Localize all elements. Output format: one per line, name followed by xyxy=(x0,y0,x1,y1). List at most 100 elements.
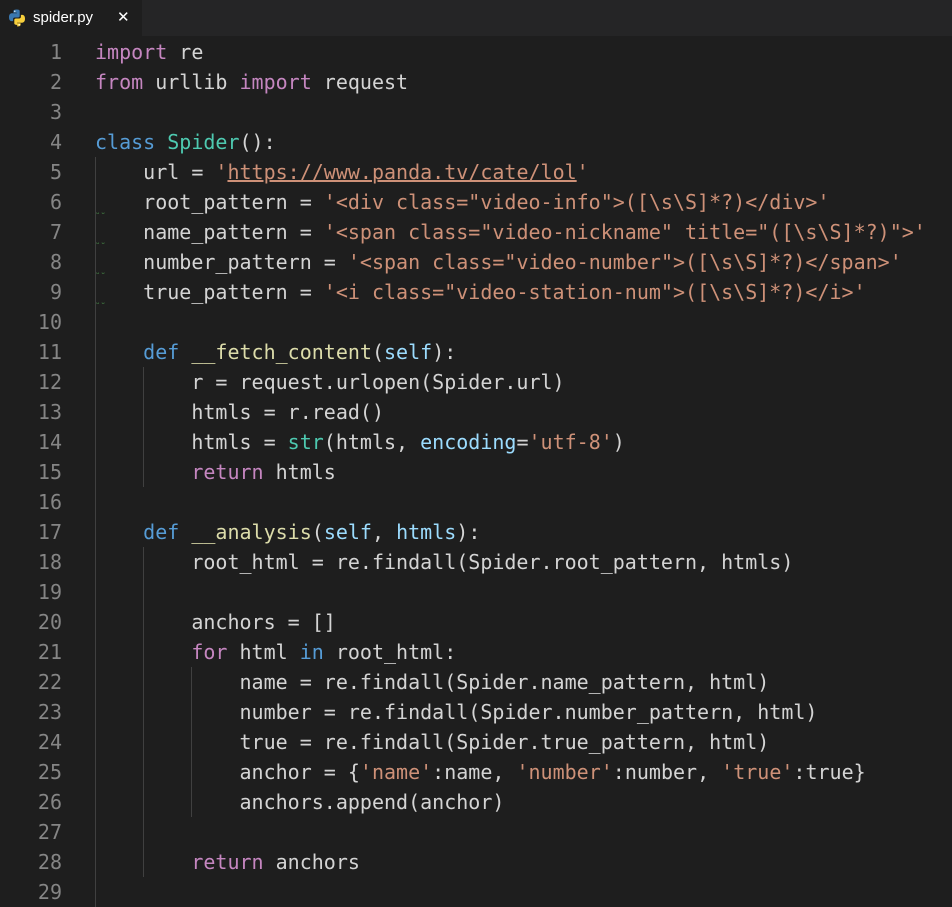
code-text: class Spider(): xyxy=(95,127,276,157)
code-token: anchors xyxy=(263,850,360,874)
code-token: htmls = xyxy=(95,430,288,454)
code-token: '<span class="video-number">([\s\S]*?)</… xyxy=(347,250,902,274)
line-number: 27 xyxy=(37,820,62,844)
code-token: ( xyxy=(371,340,385,364)
code-token: anchors.append(anchor) xyxy=(95,790,505,814)
code-token: (): xyxy=(239,130,276,154)
code-token: __fetch_content xyxy=(191,340,372,364)
indent-guide xyxy=(191,667,193,817)
code-token: self xyxy=(384,340,433,364)
tab-bar: spider.py ✕ xyxy=(0,0,952,36)
line-number: 29 xyxy=(37,880,62,904)
tab-filename: spider.py xyxy=(33,9,94,26)
line-number: 26 xyxy=(37,790,62,814)
code-line[interactable]: 6 root_pattern = '<div class="video-info… xyxy=(0,187,952,217)
line-number: 23 xyxy=(37,700,62,724)
code-token: name_pattern = xyxy=(95,220,324,244)
code-token: def xyxy=(143,520,180,544)
line-number: 22 xyxy=(37,670,62,694)
code-token: number_pattern = xyxy=(95,250,348,274)
line-number: 1 xyxy=(49,40,62,64)
code-line[interactable]: 7 name_pattern = '<span class="video-nic… xyxy=(0,217,952,247)
close-icon[interactable]: ✕ xyxy=(117,7,130,27)
code-token: true_pattern = xyxy=(95,280,324,304)
indent-guide xyxy=(143,547,145,877)
code-token: '<div class="video-info">([\s\S]*?)</div… xyxy=(323,190,830,214)
code-text: root_html = re.findall(Spider.root_patte… xyxy=(95,547,793,577)
code-text: name_pattern = '<span class="video-nickn… xyxy=(95,217,926,247)
code-line[interactable]: 1 import re xyxy=(0,37,952,67)
code-token: :number, xyxy=(612,760,722,784)
line-number: 14 xyxy=(37,430,62,454)
code-token: root_html: xyxy=(323,640,457,664)
code-line[interactable]: 17 def __analysis(self, htmls): xyxy=(0,517,952,547)
code-token: htmls xyxy=(263,460,336,484)
line-number: 6 xyxy=(49,190,62,214)
line-number: 25 xyxy=(37,760,62,784)
code-text: def __analysis(self, htmls): xyxy=(95,517,480,547)
code-line[interactable]: 9 true_pattern = '<i class="video-statio… xyxy=(0,277,952,307)
code-text: name = re.findall(Spider.name_pattern, h… xyxy=(95,667,769,697)
code-token: 'utf-8' xyxy=(528,430,613,454)
lint-squiggle: ᵕᵕ xyxy=(95,240,106,250)
code-token: return xyxy=(191,460,264,484)
code-area[interactable]: 1 import re 2 from urllib import request 3 4 c… xyxy=(0,37,952,907)
code-line[interactable]: 2 from urllib import request xyxy=(0,67,952,97)
code-token: r = request.urlopen(Spider.url) xyxy=(95,370,565,394)
code-text: htmls = r.read() xyxy=(95,397,384,427)
line-number: 20 xyxy=(37,610,62,634)
line-number: 18 xyxy=(37,550,62,574)
code-line[interactable]: 29 xyxy=(0,877,952,907)
code-token: = xyxy=(516,430,529,454)
code-line[interactable]: 16 xyxy=(0,487,952,517)
line-number: 16 xyxy=(37,490,62,514)
code-token: '<i class="video-station-num">([\s\S]*?)… xyxy=(323,280,866,304)
code-line[interactable]: 8 number_pattern = '<span class="video-n… xyxy=(0,247,952,277)
code-text: import re xyxy=(95,37,203,67)
code-line[interactable]: 4 class Spider(): xyxy=(0,127,952,157)
tab-spider-py[interactable]: spider.py ✕ xyxy=(0,0,142,36)
line-number: 12 xyxy=(37,370,62,394)
line-number: 9 xyxy=(49,280,62,304)
code-text: true = re.findall(Spider.true_pattern, h… xyxy=(95,727,769,757)
line-number: 3 xyxy=(49,100,62,124)
code-token: encoding xyxy=(420,430,517,454)
code-text: root_pattern = '<div class="video-info">… xyxy=(95,187,830,217)
code-token: ): xyxy=(432,340,457,364)
line-number: 4 xyxy=(49,130,62,154)
code-text: true_pattern = '<i class="video-station-… xyxy=(95,277,866,307)
line-number: 21 xyxy=(37,640,62,664)
code-token: 'number' xyxy=(516,760,613,784)
code-token: __analysis xyxy=(191,520,312,544)
code-token: html xyxy=(227,640,300,664)
code-text: number_pattern = '<span class="video-num… xyxy=(95,247,902,277)
code-editor: spider.py ✕ 1 import re 2 from urllib impor… xyxy=(0,0,952,907)
code-token: name = re.findall(Spider.name_pattern, h… xyxy=(95,670,770,694)
code-token: return xyxy=(191,850,264,874)
code-line[interactable]: 10 xyxy=(0,307,952,337)
code-token: true = re.findall(Spider.true_pattern, h… xyxy=(95,730,770,754)
code-token: anchor = { xyxy=(95,760,360,784)
code-line[interactable]: 5 url = 'https://www.panda.tv/cate/lol' xyxy=(0,157,952,187)
code-token: ' xyxy=(215,160,228,184)
code-text: number = re.findall(Spider.number_patter… xyxy=(95,697,817,727)
code-token: Spider xyxy=(167,130,240,154)
code-line[interactable]: 3 xyxy=(0,97,952,127)
code-line[interactable]: 11 def __fetch_content(self): xyxy=(0,337,952,367)
code-text: anchors.append(anchor) xyxy=(95,787,504,817)
line-number: 17 xyxy=(37,520,62,544)
code-token: 'true' xyxy=(721,760,794,784)
code-token: import xyxy=(95,40,168,64)
line-number: 24 xyxy=(37,730,62,754)
code-token: ' xyxy=(576,160,589,184)
code-text: for html in root_html: xyxy=(95,637,456,667)
code-token: ( xyxy=(311,520,324,544)
code-token: urllib xyxy=(143,70,240,94)
line-number: 10 xyxy=(37,310,62,334)
line-number: 19 xyxy=(37,580,62,604)
code-text: return anchors xyxy=(95,847,360,877)
code-text: anchor = {'name':name, 'number':number, … xyxy=(95,757,865,787)
lint-squiggle: ᵕᵕ xyxy=(95,300,106,310)
